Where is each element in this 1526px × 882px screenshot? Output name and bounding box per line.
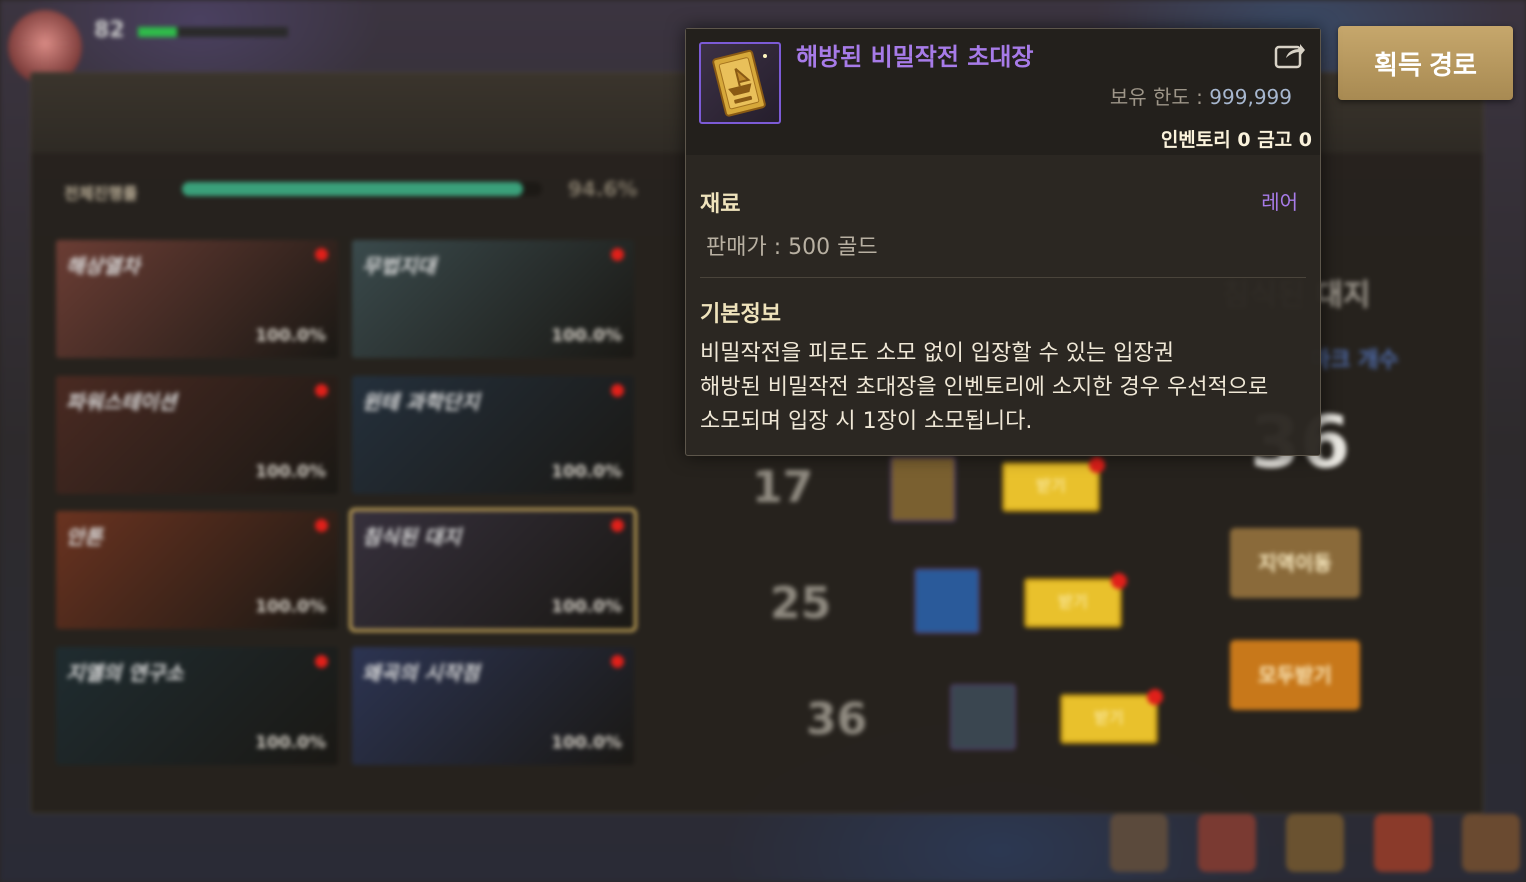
divider: [700, 277, 1306, 278]
notification-dot: [315, 519, 328, 532]
overall-progress-label: 전체진행률: [64, 184, 138, 203]
region-tile[interactable]: 지옐의 연구소 100.0%: [56, 647, 338, 765]
region-progress: 100.0%: [255, 733, 326, 753]
region-progress: 100.0%: [255, 462, 326, 482]
region-progress: 100.0%: [551, 326, 622, 346]
overall-progress-value: 94.6%: [568, 177, 638, 201]
description-line: 비밀작전을 피로도 소모 없이 입장할 수 있는 입장권: [700, 341, 1174, 366]
region-name: 무법지대: [362, 254, 436, 278]
claim-button[interactable]: 받기: [1024, 573, 1127, 628]
item-category: 재료: [700, 192, 741, 217]
region-tile[interactable]: 윈테 과학단지 100.0%: [352, 376, 634, 494]
notification-dot: [315, 655, 328, 668]
region-name: 윈테 과학단지: [362, 390, 480, 414]
region-tile[interactable]: 파워스테이션 100.0%: [56, 376, 338, 494]
region-progress: 100.0%: [551, 733, 622, 753]
notification-dot: [611, 655, 624, 668]
share-icon[interactable]: [1274, 41, 1306, 69]
notification-dot: [611, 248, 624, 261]
sell-price: 판매가 : 500 골드: [706, 235, 878, 260]
reward-count: 36: [806, 694, 868, 745]
reward-crystal-icon: [914, 568, 980, 634]
acquisition-path-button[interactable]: 획득 경로: [1338, 26, 1513, 100]
region-tile[interactable]: 무법지대 100.0%: [352, 240, 634, 358]
inventory-storage-count: 인벤토리 0 금고 0: [1160, 129, 1312, 151]
item-tooltip: 해방된 비밀작전 초대장 보유 한도 : 999,999 인벤토리 0 금고 0…: [685, 28, 1321, 456]
tooltip-header: 해방된 비밀작전 초대장 보유 한도 : 999,999 인벤토리 0 금고 0: [686, 29, 1320, 155]
region-name: 지옐의 연구소: [66, 661, 184, 685]
menu-icon[interactable]: [1462, 814, 1520, 872]
notification-dot: [611, 519, 624, 532]
description-line: 해방된 비밀작전 초대장을 인벤토리에 소지한 경우 우선적으로: [700, 375, 1269, 400]
region-progress: 100.0%: [551, 462, 622, 482]
menu-icon[interactable]: [1374, 814, 1432, 872]
claim-button[interactable]: 받기: [1060, 689, 1163, 744]
region-progress: 100.0%: [551, 597, 622, 617]
notification-dot: [611, 384, 624, 397]
holding-limit-label: 보유 한도 :: [1109, 85, 1203, 109]
bottom-menu: [1100, 810, 1526, 882]
menu-icon[interactable]: [1198, 814, 1256, 872]
claim-all-button[interactable]: 모두받기: [1230, 640, 1360, 710]
notification-dot: [315, 384, 328, 397]
region-name: 해상열차: [66, 254, 140, 278]
menu-icon[interactable]: [1110, 814, 1168, 872]
region-tile[interactable]: 안톤 100.0%: [56, 511, 338, 629]
holding-limit: 보유 한도 : 999,999: [1110, 81, 1292, 110]
golden-ticket-icon: [699, 42, 781, 124]
region-name: 안톤: [66, 525, 103, 549]
reward-count: 17: [752, 462, 814, 513]
reward-count: 25: [770, 578, 832, 629]
claim-button[interactable]: 받기: [1002, 457, 1105, 512]
item-rarity: 레어: [1261, 190, 1298, 214]
region-progress: 100.0%: [255, 597, 326, 617]
region-progress: 100.0%: [255, 326, 326, 346]
holding-limit-value: 999,999: [1209, 85, 1292, 109]
region-move-button[interactable]: 지역이동: [1230, 528, 1360, 598]
region-name: 왜곡의 시작점: [362, 661, 480, 685]
basic-info-title: 기본정보: [700, 302, 781, 327]
item-name: 해방된 비밀작전 초대장: [796, 43, 1034, 71]
hp-bar: [138, 27, 288, 37]
region-tile[interactable]: 왜곡의 시작점 100.0%: [352, 647, 634, 765]
region-name: 침식된 대지: [362, 525, 461, 549]
notification-dot: [315, 248, 328, 261]
description-line: 소모되며 입장 시 1장이 소모됩니다.: [700, 409, 1033, 434]
overall-progress-bar: [182, 182, 542, 196]
item-description: 비밀작전을 피로도 소모 없이 입장할 수 있는 입장권 해방된 비밀작전 초대…: [700, 337, 1310, 439]
region-tile[interactable]: 침식된 대지 100.0%: [349, 508, 637, 632]
reward-ticket-icon: [890, 456, 956, 522]
reward-box-icon: [950, 684, 1016, 750]
region-tile[interactable]: 해상열차 100.0%: [56, 240, 338, 358]
player-level: 82: [94, 18, 125, 43]
mark-count-label: 마크 개수: [1310, 348, 1399, 373]
region-name: 파워스테이션: [66, 390, 177, 414]
menu-icon[interactable]: [1286, 814, 1344, 872]
